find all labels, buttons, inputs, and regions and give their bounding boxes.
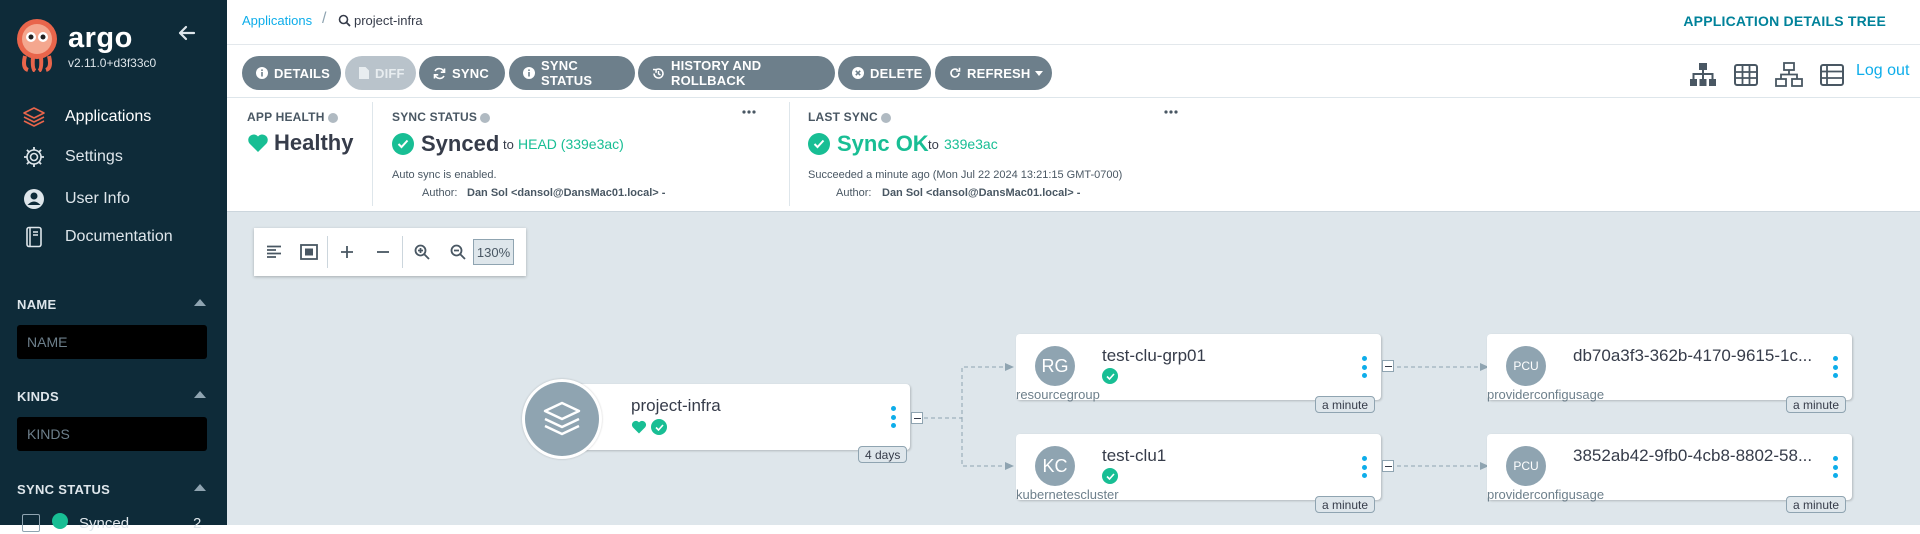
node-kind-icon: RG [1035, 346, 1075, 386]
node-age: a minute [1315, 496, 1376, 513]
node-name: test-clu-grp01 [1102, 346, 1206, 365]
app-node-age: 4 days [858, 446, 908, 463]
node-kind-icon: KC [1035, 446, 1075, 486]
synced-check-icon [1102, 368, 1118, 384]
node-age: a minute [1786, 396, 1847, 413]
node-kind: providerconfigusage [1487, 387, 1605, 402]
node-name: db70a3f3-362b-4170-9615-1c... [1573, 346, 1813, 365]
node-menu-icon[interactable] [1361, 456, 1367, 478]
node-name: test-clu1 [1102, 446, 1167, 465]
app-node-name: project-infra [631, 396, 721, 415]
node-menu-icon[interactable] [1832, 356, 1838, 378]
heart-icon [631, 420, 647, 434]
app-node-menu-icon[interactable] [890, 406, 896, 428]
node-kind-icon: PCU [1506, 446, 1546, 486]
node-collapse-icon[interactable] [1382, 460, 1394, 472]
node-kind: resourcegroup [1016, 387, 1100, 402]
node-kind: kubernetescluster [1016, 487, 1119, 502]
app-layers-icon [525, 382, 599, 456]
node-menu-icon[interactable] [1832, 456, 1838, 478]
app-node-collapse-icon[interactable] [911, 412, 923, 424]
node-name: 3852ab42-9fb0-4cb8-8802-58... [1573, 446, 1813, 465]
node-age: a minute [1315, 396, 1376, 413]
node-collapse-icon[interactable] [1382, 360, 1394, 372]
node-menu-icon[interactable] [1361, 356, 1367, 378]
synced-check-icon [1102, 468, 1118, 484]
synced-check-icon [651, 419, 667, 435]
node-kind: providerconfigusage [1487, 487, 1605, 502]
node-kind-icon: PCU [1506, 346, 1546, 386]
node-age: a minute [1786, 496, 1847, 513]
